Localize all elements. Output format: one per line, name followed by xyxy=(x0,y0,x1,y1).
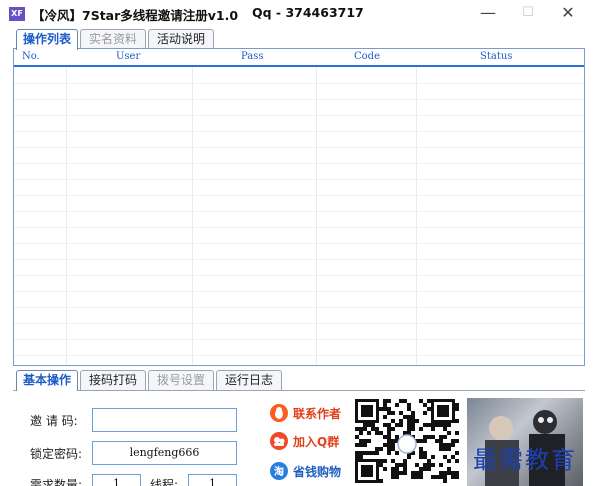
grid-row-line xyxy=(14,195,584,196)
grid-row-line xyxy=(14,83,584,84)
qr-code-image xyxy=(352,398,462,486)
demand-count-input[interactable]: 1 xyxy=(92,474,141,486)
thread-count-input[interactable]: 1 xyxy=(188,474,237,486)
grid-row-line xyxy=(14,115,584,116)
group-icon xyxy=(270,432,288,450)
grid-row-line xyxy=(14,227,584,228)
thread-count-label: 线程: xyxy=(150,478,179,486)
lock-password-input[interactable]: lengfeng666 xyxy=(92,441,237,465)
tab-real-name-info[interactable]: 实名资料 xyxy=(80,29,146,49)
grid-row-line xyxy=(14,147,584,148)
app-icon: XF xyxy=(9,7,25,21)
window-title: 【冷风】7Star多线程邀请注册v1.0 xyxy=(32,8,239,23)
maximize-button[interactable]: ☐ xyxy=(508,2,548,26)
title-bar: XF 【冷风】7Star多线程邀请注册v1.0 Qq - 374463717 —… xyxy=(0,0,596,28)
taobao-icon: 淘 xyxy=(270,462,288,480)
column-header-no[interactable]: No. xyxy=(22,51,40,62)
column-header-status[interactable]: Status xyxy=(480,51,512,62)
grid-row-line xyxy=(14,259,584,260)
grid-row-line xyxy=(14,179,584,180)
grid-row-line xyxy=(14,131,584,132)
grid-column-divider xyxy=(316,67,317,365)
tab-dial-settings[interactable]: 拨号设置 xyxy=(148,370,214,390)
contact-author-label: 联系作者 xyxy=(293,406,342,421)
invite-code-label: 邀 请 码: xyxy=(30,414,78,428)
grid-row-line xyxy=(14,211,584,212)
join-qq-group-link[interactable]: 加入Q群 xyxy=(270,432,339,450)
grid-row-line xyxy=(14,339,584,340)
qq-contact-text: Qq - 374463717 xyxy=(252,5,364,20)
bottom-tab-strip: 基本操作 接码打码 拨号设置 运行日志 xyxy=(16,370,316,391)
grid-row-line xyxy=(14,243,584,244)
tab-basic-operation[interactable]: 基本操作 xyxy=(16,370,78,391)
grid-header: No. User Pass Code Status xyxy=(14,49,584,67)
grid-column-divider xyxy=(416,67,417,365)
grid-row-line xyxy=(14,323,584,324)
column-header-code[interactable]: Code xyxy=(354,51,380,62)
join-group-label: 加入Q群 xyxy=(293,434,340,449)
top-tab-strip: 操作列表 实名资料 活动说明 xyxy=(16,29,316,50)
account-grid[interactable]: No. User Pass Code Status xyxy=(13,48,585,366)
invite-code-input[interactable] xyxy=(92,408,237,432)
grid-row-line xyxy=(14,355,584,356)
contact-author-link[interactable]: 联系作者 xyxy=(270,404,341,422)
column-header-pass[interactable]: Pass xyxy=(241,51,264,62)
tab-run-log[interactable]: 运行日志 xyxy=(216,370,282,390)
grid-row-line xyxy=(14,275,584,276)
lock-password-label: 锁定密码: xyxy=(30,447,83,461)
save-money-shopping-link[interactable]: 淘 省钱购物 xyxy=(270,462,341,480)
column-header-user[interactable]: User xyxy=(116,51,140,62)
grid-column-divider xyxy=(66,67,67,365)
grid-row-line xyxy=(14,291,584,292)
close-button[interactable]: ✕ xyxy=(548,2,588,26)
svg-text:淘: 淘 xyxy=(274,465,284,478)
grid-row-line xyxy=(14,307,584,308)
tab-sms-captcha[interactable]: 接码打码 xyxy=(80,370,146,390)
grid-row-line xyxy=(14,163,584,164)
demand-count-label: 需求数量: xyxy=(30,478,83,486)
tab-activity-info[interactable]: 活动说明 xyxy=(148,29,214,49)
qq-penguin-icon xyxy=(270,404,288,422)
tab-operation-list[interactable]: 操作列表 xyxy=(16,29,78,50)
minimize-button[interactable]: — xyxy=(468,2,508,26)
grid-column-divider xyxy=(192,67,193,365)
watermark-text: 最需教育 xyxy=(473,446,577,474)
grid-row-line xyxy=(14,99,584,100)
shopping-label: 省钱购物 xyxy=(293,464,342,479)
